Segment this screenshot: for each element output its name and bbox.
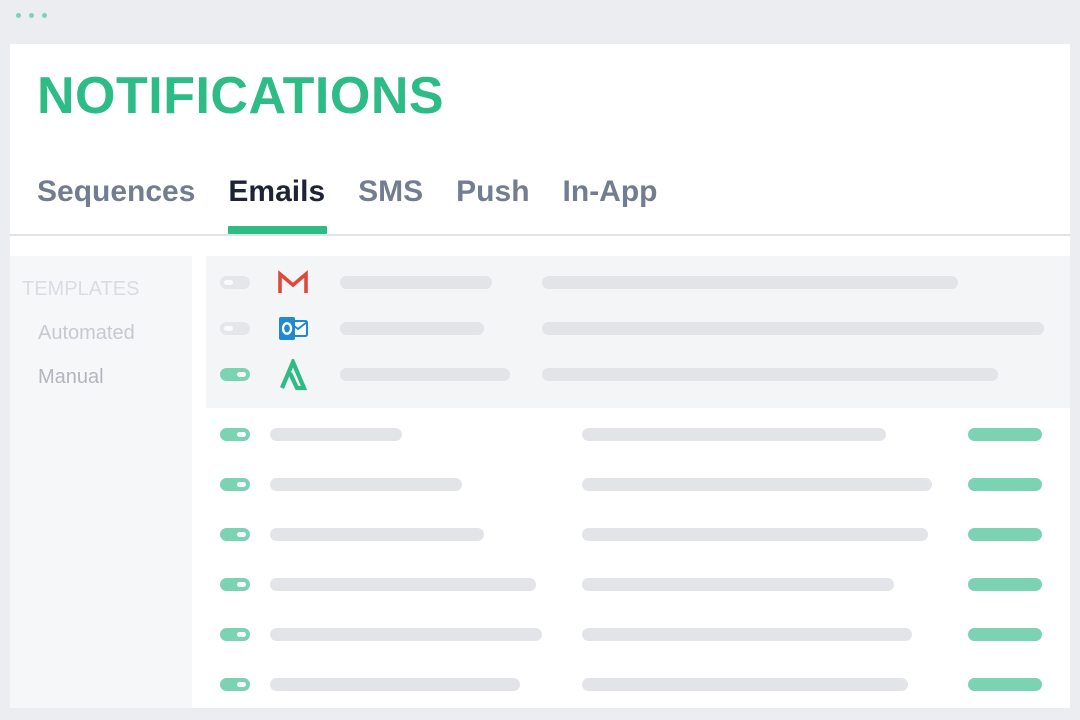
status-pill bbox=[968, 628, 1042, 641]
provider-row-gmail bbox=[206, 270, 1070, 293]
template-toggle[interactable] bbox=[220, 528, 250, 541]
tab-sequences[interactable]: Sequences bbox=[37, 172, 195, 234]
tab-emails[interactable]: Emails bbox=[228, 172, 327, 234]
placeholder-bar bbox=[542, 322, 1044, 335]
templates-sidebar: TEMPLATES Automated Manual bbox=[10, 256, 192, 708]
provider-row-active bbox=[206, 359, 1070, 391]
notifications-panel: NOTIFICATIONS Sequences Emails SMS Push … bbox=[10, 44, 1070, 708]
tab-sms[interactable]: SMS bbox=[358, 172, 423, 234]
page-title: NOTIFICATIONS bbox=[37, 67, 445, 125]
placeholder-bar bbox=[582, 528, 928, 541]
provider-a-icon bbox=[276, 359, 310, 391]
sidebar-heading: TEMPLATES bbox=[22, 278, 140, 300]
template-toggle[interactable] bbox=[220, 578, 250, 591]
provider-toggle[interactable] bbox=[220, 322, 250, 335]
window-dot bbox=[16, 13, 21, 18]
placeholder-bar bbox=[270, 528, 484, 541]
placeholder-bar bbox=[582, 628, 912, 641]
template-row[interactable] bbox=[206, 425, 1070, 445]
provider-row-outlook bbox=[206, 317, 1070, 340]
email-providers bbox=[206, 256, 1070, 408]
placeholder-bar bbox=[582, 578, 894, 591]
placeholder-bar bbox=[542, 368, 998, 381]
template-toggle[interactable] bbox=[220, 628, 250, 641]
placeholder-bar bbox=[340, 276, 492, 289]
template-toggle[interactable] bbox=[220, 678, 250, 691]
template-row[interactable] bbox=[206, 525, 1070, 545]
window-dots bbox=[16, 13, 47, 18]
sidebar-item-manual[interactable]: Manual bbox=[38, 366, 104, 389]
placeholder-bar bbox=[270, 628, 542, 641]
status-pill bbox=[968, 528, 1042, 541]
provider-toggle[interactable] bbox=[220, 368, 250, 381]
placeholder-bar bbox=[340, 368, 510, 381]
template-toggle[interactable] bbox=[220, 478, 250, 491]
template-row[interactable] bbox=[206, 475, 1070, 495]
status-pill bbox=[968, 578, 1042, 591]
window-dot bbox=[42, 13, 47, 18]
placeholder-bar bbox=[582, 478, 932, 491]
placeholder-bar bbox=[270, 478, 462, 491]
placeholder-bar bbox=[270, 678, 520, 691]
placeholder-bar bbox=[270, 428, 402, 441]
placeholder-bar bbox=[340, 322, 484, 335]
provider-toggle[interactable] bbox=[220, 276, 250, 289]
placeholder-bar bbox=[542, 276, 958, 289]
status-pill bbox=[968, 678, 1042, 691]
template-row[interactable] bbox=[206, 625, 1070, 645]
template-row[interactable] bbox=[206, 675, 1070, 695]
template-list bbox=[206, 408, 1070, 708]
tab-divider bbox=[10, 234, 1070, 236]
tab-in-app[interactable]: In-App bbox=[563, 172, 658, 234]
template-row[interactable] bbox=[206, 575, 1070, 595]
placeholder-bar bbox=[582, 678, 908, 691]
status-pill bbox=[968, 478, 1042, 491]
tab-push[interactable]: Push bbox=[456, 172, 529, 234]
outlook-icon bbox=[276, 313, 310, 345]
window-dot bbox=[29, 13, 34, 18]
placeholder-bar bbox=[270, 578, 536, 591]
status-pill bbox=[968, 428, 1042, 441]
sidebar-item-automated[interactable]: Automated bbox=[38, 322, 135, 345]
placeholder-bar bbox=[582, 428, 886, 441]
template-toggle[interactable] bbox=[220, 428, 250, 441]
gmail-icon bbox=[276, 267, 310, 299]
tab-bar: Sequences Emails SMS Push In-App bbox=[37, 172, 691, 234]
